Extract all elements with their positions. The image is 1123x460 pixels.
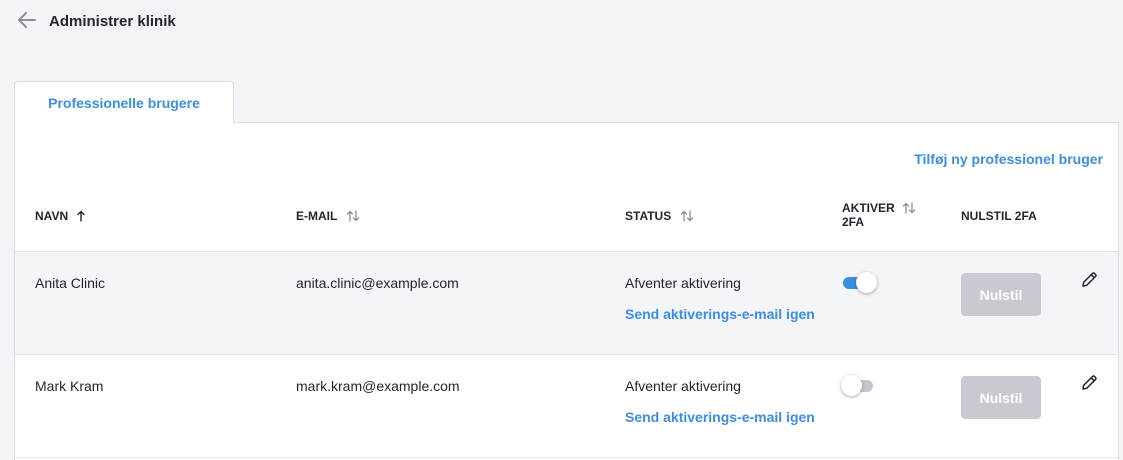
pencil-icon — [1081, 271, 1098, 293]
toggle-knob — [841, 375, 862, 396]
reset-2fa-button[interactable]: Nulstil — [961, 376, 1041, 419]
reset-2fa-button[interactable]: Nulstil — [961, 273, 1041, 316]
user-email: anita.clinic@example.com — [296, 275, 459, 291]
column-header-label: AKTIVER 2FA — [842, 201, 895, 229]
user-status: Afventer aktivering — [625, 275, 741, 291]
sort-both-icon — [346, 210, 360, 222]
table-row: Anita Clinic anita.clinic@example.com Af… — [15, 252, 1118, 355]
column-header-aktiver-2fa[interactable]: AKTIVER 2FA — [842, 201, 916, 229]
edit-user-button[interactable] — [1079, 375, 1099, 395]
page-header: Administrer klinik — [0, 0, 1123, 46]
column-header-label: NAVN — [35, 209, 69, 223]
users-panel: Tilføj ny professionel bruger NAVN E-MAI… — [14, 122, 1119, 460]
page: Administrer klinik Professionelle bruger… — [0, 0, 1123, 460]
back-button[interactable] — [14, 10, 40, 34]
user-email: mark.kram@example.com — [296, 378, 460, 394]
toggle-knob — [856, 272, 877, 293]
column-header-label: E-MAIL — [296, 209, 338, 223]
edit-user-button[interactable] — [1079, 272, 1099, 292]
column-header-label: NULSTIL 2FA — [961, 209, 1037, 223]
table-row: Mark Kram mark.kram@example.com Afventer… — [15, 355, 1118, 458]
sort-ascending-icon — [77, 210, 85, 222]
user-status: Afventer aktivering — [625, 378, 741, 394]
tab-label: Professionelle brugere — [48, 95, 200, 111]
column-header-label-line1: AKTIVER — [842, 201, 895, 215]
user-name: Mark Kram — [35, 378, 104, 394]
enable-2fa-toggle[interactable] — [841, 375, 875, 396]
column-header-label-line2: 2FA — [842, 215, 865, 229]
column-header-label: STATUS — [625, 209, 672, 223]
arrow-left-icon — [17, 11, 37, 34]
column-header-navn[interactable]: NAVN — [35, 209, 85, 223]
column-header-email[interactable]: E-MAIL — [296, 209, 360, 223]
sort-both-icon — [902, 202, 916, 214]
resend-activation-link[interactable]: Send aktiverings-e-mail igen — [625, 409, 815, 425]
column-header-status[interactable]: STATUS — [625, 209, 694, 223]
pencil-icon — [1081, 374, 1098, 396]
resend-activation-link[interactable]: Send aktiverings-e-mail igen — [625, 306, 815, 322]
sort-both-icon — [680, 210, 694, 222]
page-title: Administrer klinik — [49, 13, 176, 30]
tab-professionelle-brugere[interactable]: Professionelle brugere — [14, 81, 234, 124]
add-user-link[interactable]: Tilføj ny professionel bruger — [914, 151, 1103, 167]
enable-2fa-toggle[interactable] — [843, 272, 877, 293]
column-header-nulstil-2fa: NULSTIL 2FA — [961, 209, 1037, 223]
user-name: Anita Clinic — [35, 275, 106, 291]
